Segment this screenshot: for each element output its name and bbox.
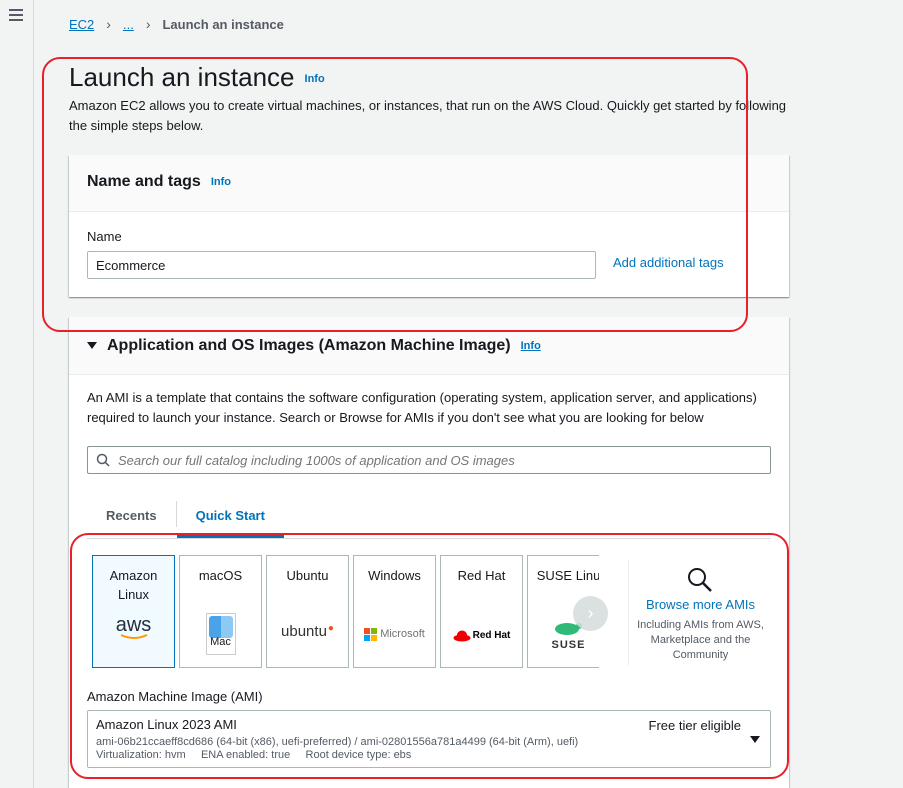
add-additional-tags-link[interactable]: Add additional tags <box>613 255 724 270</box>
ami-selected-meta: Virtualization: hvm ENA enabled: true Ro… <box>96 749 412 761</box>
page-title-text: Launch an instance <box>69 62 295 92</box>
ami-info-link[interactable]: Info <box>521 340 541 352</box>
ami-select-label: Amazon Machine Image (AMI) <box>87 689 263 704</box>
name-input[interactable] <box>87 251 596 279</box>
ami-panel: Application and OS Images (Amazon Machin… <box>69 317 789 788</box>
chevron-right-icon: › <box>145 16 151 32</box>
name-and-tags-title: Name and tags <box>87 173 201 190</box>
os-tile-red-hat[interactable]: Red Hat Red Hat <box>440 555 523 668</box>
page-description: Amazon EC2 allows you to create virtual … <box>69 98 787 133</box>
name-field-label: Name <box>87 229 122 244</box>
ami-tabs: Recents Quick Start <box>87 500 771 539</box>
os-tile-label: Windows <box>368 568 421 583</box>
redhat-logo-icon: Red Hat <box>441 626 522 645</box>
search-magnifier-icon <box>688 568 712 592</box>
breadcrumb-current: Launch an instance <box>162 16 284 32</box>
chevron-right-icon: › <box>106 16 111 32</box>
ami-panel-header[interactable]: Application and OS Images (Amazon Machin… <box>69 317 789 375</box>
os-tile-label: Red Hat <box>457 568 506 583</box>
ami-search-input[interactable] <box>118 452 758 468</box>
mac-finder-icon: Mac <box>180 613 261 655</box>
ami-panel-title: Application and OS Images (Amazon Machin… <box>107 336 511 354</box>
browse-more-amis-area: Browse more AMIs Including AMIs from AWS… <box>628 560 772 665</box>
ubuntu-logo-icon: ubuntu ● <box>281 623 334 640</box>
os-tiles-carousel: Amazon Linux aws macOS Mac Ubuntu ubuntu… <box>92 555 599 669</box>
os-tile-label: Amazon Linux <box>109 568 158 602</box>
os-tile-windows[interactable]: Windows Microsoft <box>353 555 436 668</box>
ami-description: An AMI is a template that contains the s… <box>87 390 757 425</box>
name-tags-info-link[interactable]: Info <box>211 176 231 188</box>
breadcrumb: EC2 › ... › Launch an instance <box>69 16 284 32</box>
microsoft-logo-icon: Microsoft <box>354 625 435 644</box>
os-tile-label: SUSE Linu <box>536 568 599 583</box>
left-nav-rail <box>0 0 34 788</box>
tab-recents[interactable]: Recents <box>87 500 176 538</box>
free-tier-badge: Free tier eligible <box>648 718 742 733</box>
menu-icon[interactable] <box>9 9 23 21</box>
os-tile-label: Ubuntu <box>286 568 329 583</box>
ami-select-dropdown[interactable]: Amazon Linux 2023 AMI Free tier eligible… <box>87 710 771 768</box>
carousel-next-button[interactable]: › <box>573 596 608 631</box>
main-content: EC2 › ... › Launch an instance Launch an… <box>34 0 903 788</box>
page-title: Launch an instance Info <box>69 62 325 93</box>
caret-down-icon[interactable] <box>87 342 97 349</box>
ami-search-box[interactable] <box>87 446 771 474</box>
os-tile-macos[interactable]: macOS Mac <box>179 555 262 668</box>
name-and-tags-header: Name and tags Info <box>69 155 789 212</box>
search-icon <box>96 453 110 467</box>
ami-selected-ids: ami-06b21ccaeff8cd686 (64-bit (x86), uef… <box>96 736 579 748</box>
browse-more-amis-link[interactable]: Browse more AMIs <box>629 597 772 612</box>
tab-quick-start[interactable]: Quick Start <box>176 500 284 538</box>
breadcrumb-ellipsis-link[interactable]: ... <box>123 17 134 32</box>
name-and-tags-panel: Name and tags Info Name Add additional ta… <box>69 155 789 297</box>
page-info-link[interactable]: Info <box>305 73 325 85</box>
os-tile-amazon-linux[interactable]: Amazon Linux aws <box>92 555 175 668</box>
chevron-right-icon: › <box>587 603 594 623</box>
os-tile-ubuntu[interactable]: Ubuntu ubuntu ● <box>266 555 349 668</box>
os-tile-label: macOS <box>198 568 243 583</box>
aws-logo-icon: aws <box>115 614 152 639</box>
caret-down-icon[interactable] <box>750 736 760 743</box>
breadcrumb-ec2-link[interactable]: EC2 <box>69 17 94 32</box>
browse-more-description: Including AMIs from AWS, Marketplace and… <box>637 619 764 661</box>
